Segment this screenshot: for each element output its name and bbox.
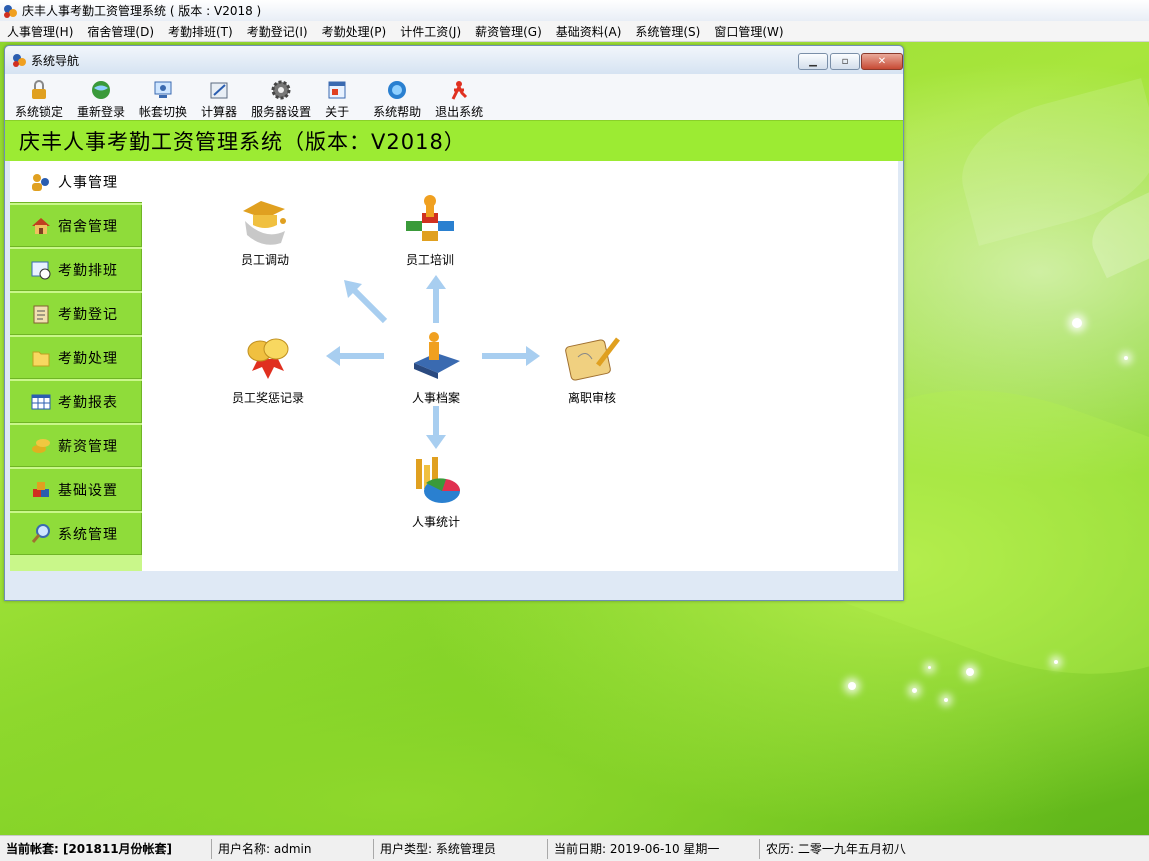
window-title: 庆丰人事考勤工资管理系统 ( 版本 : V2018 ) [22,4,262,18]
arrow-left-icon [326,346,384,366]
menu-system[interactable]: 系统管理(S) [628,23,707,40]
arrow-down-icon [426,406,446,449]
sidebar-item-system-management[interactable]: 系统管理 [10,513,142,555]
minimize-button[interactable]: ▁ [798,53,828,70]
medal-coins-icon [247,338,289,379]
account-switch-button[interactable]: 帐套切换 [139,79,187,120]
func-resignation-review[interactable]: 离职审核 [562,329,622,406]
menu-dormitory[interactable]: 宿舍管理(D) [80,23,161,40]
calculator-button[interactable]: 计算器 [201,79,237,120]
exit-button[interactable]: 退出系统 [435,79,483,120]
status-date: 当前日期: 2019-06-10 星期一 [548,838,760,859]
about-icon [328,81,346,99]
maximize-button[interactable]: ▫ [830,53,860,70]
app-banner: 庆丰人事考勤工资管理系统（版本：V2018） [5,120,903,161]
banner-title: 庆丰人事考勤工资管理系统（版本：V2018） [19,130,466,154]
report-table-icon [31,394,51,409]
sidebar-item-attendance-report[interactable]: 考勤报表 [10,381,142,423]
training-blocks-icon [406,195,454,241]
menu-scheduling[interactable]: 考勤排班(T) [161,23,240,40]
pie-chart-icon [416,457,461,503]
menu-basic-data[interactable]: 基础资料(A) [549,23,629,40]
sidebar-item-attendance-register[interactable]: 考勤登记 [10,293,142,335]
exit-icon [451,81,468,100]
restore-icon: ▫ [841,55,849,67]
func-rewards-record[interactable]: 员工奖惩记录 [232,329,304,406]
arrow-up-left-icon [344,280,388,324]
menu-salary[interactable]: 薪资管理(G) [468,23,549,40]
status-username: 用户名称: admin [212,838,374,859]
server-gear-icon [271,80,291,100]
relogin-globe-icon [92,81,111,99]
close-button[interactable]: ✕ [861,53,903,70]
about-button[interactable]: 关于 [325,79,349,120]
nav-window-title: 系统导航 [31,53,80,68]
lock-icon [32,80,46,99]
func-personnel-stats[interactable]: 人事统计 [406,453,466,530]
minimize-icon: ▁ [809,55,817,67]
sidebar-item-personnel[interactable]: 人事管理 [10,161,142,203]
nav-content: 人事管理 宿舍管理 考勤排班 考勤登记 考勤处理 考勤报表 薪资管理 基础设置 … [10,161,898,571]
arrow-up-icon [426,275,446,323]
house-icon [32,217,50,234]
menu-bar: 人事管理(H) 宿舍管理(D) 考勤排班(T) 考勤登记(I) 考勤处理(P) … [0,21,1149,42]
users-icon [32,173,49,191]
folder-icon [32,351,50,366]
menu-personnel[interactable]: 人事管理(H) [0,23,80,40]
clipboard-icon [33,305,49,323]
status-lunar-date: 农历: 二零一九年五月初八 [766,842,906,856]
arrow-right-icon [482,346,540,366]
menu-attendance-register[interactable]: 考勤登记(I) [240,23,315,40]
close-icon: ✕ [877,55,887,67]
notepad-pencil-icon [565,337,620,381]
account-switch-icon [154,81,172,98]
window-title-bar: 庆丰人事考勤工资管理系统 ( 版本 : V2018 ) [0,0,1149,21]
coins-icon [32,438,50,453]
sidebar-item-dormitory[interactable]: 宿舍管理 [10,205,142,247]
lock-system-button[interactable]: 系统锁定 [15,79,63,120]
status-usertype: 用户类型: 系统管理员 [374,838,548,859]
magnifier-icon [31,523,50,543]
app-logo-icon [13,54,26,67]
func-employee-training[interactable]: 员工培训 [400,191,460,268]
help-globe-icon [388,81,407,99]
nav-window-title-bar[interactable]: 系统导航 ▁ ▫ ✕ [5,46,903,74]
server-settings-button[interactable]: 服务器设置 [251,79,311,120]
nav-toolbar: 系统锁定 重新登录 帐套切换 计算器 服务器设置 关于 系统帮助 退出系统 [5,74,903,120]
relogin-button[interactable]: 重新登录 [77,79,125,120]
status-bar: 当前帐套: [201811月份帐套] 用户名称: admin 用户类型: 系统管… [0,835,1149,861]
menu-window[interactable]: 窗口管理(W) [707,23,790,40]
nav-window: 系统导航 ▁ ▫ ✕ 系统锁定 重新登录 帐套切换 计算器 服务器设置 关于 系… [4,45,904,601]
sidebar-item-scheduling[interactable]: 考勤排班 [10,249,142,291]
help-button[interactable]: 系统帮助 [373,79,421,120]
menu-attendance-process[interactable]: 考勤处理(P) [315,23,394,40]
archive-book-icon [414,332,460,379]
cubes-icon [33,481,49,497]
status-account: 当前帐套: [201811月份帐套] [0,838,212,859]
graduation-cap-icon [243,201,286,245]
schedule-icon [31,261,51,279]
sidebar-item-attendance-process[interactable]: 考勤处理 [10,337,142,379]
menu-piecework[interactable]: 计件工资(J) [393,23,468,40]
nav-sidebar: 人事管理 宿舍管理 考勤排班 考勤登记 考勤处理 考勤报表 薪资管理 基础设置 … [10,161,142,571]
sidebar-item-basic-settings[interactable]: 基础设置 [10,469,142,511]
app-logo-icon [4,4,17,18]
calculator-icon [210,82,228,99]
func-personnel-archive[interactable]: 人事档案 [406,329,466,406]
func-employee-transfer[interactable]: 员工调动 [235,191,295,268]
sidebar-item-salary[interactable]: 薪资管理 [10,425,142,467]
